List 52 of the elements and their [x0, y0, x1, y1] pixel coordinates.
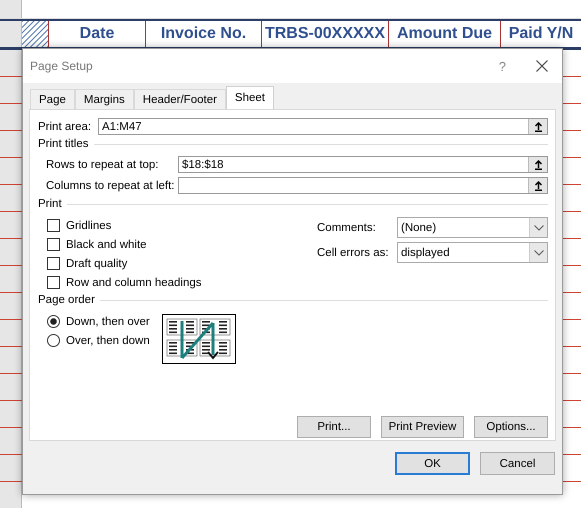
checkbox-label: Row and column headings — [66, 276, 202, 288]
column-header: Date — [49, 21, 146, 47]
column-header: Paid Y/N — [501, 21, 581, 47]
field-label: Print area: — [38, 120, 92, 132]
tab[interactable]: Page — [30, 89, 75, 109]
tab[interactable]: Header/Footer — [134, 89, 226, 109]
field-label: Rows to repeat at top: — [46, 158, 160, 170]
field-label: Columns to repeat at left: — [46, 180, 176, 192]
radio-button[interactable] — [47, 315, 60, 328]
upload-arrow-icon — [534, 122, 542, 132]
section-heading: Print — [38, 198, 62, 210]
chevron-down-icon — [534, 224, 544, 230]
dropdown[interactable]: displayed — [397, 242, 548, 263]
column-header: Amount Due — [389, 21, 501, 47]
dialog-button[interactable]: Options... — [474, 416, 548, 438]
input-field[interactable] — [178, 177, 548, 194]
hatched-cell — [22, 21, 49, 47]
checkbox[interactable] — [47, 257, 60, 270]
checkbox-label: Gridlines — [66, 220, 112, 232]
dialog-button[interactable]: Cancel — [480, 452, 555, 475]
section-heading: Print titles — [38, 138, 88, 150]
upload-arrow-icon — [534, 160, 542, 170]
checkbox[interactable] — [47, 276, 60, 289]
tab[interactable]: Margins — [74, 89, 134, 109]
dropdown-label: Cell errors as: — [317, 246, 390, 258]
radio-label: Over, then down — [66, 334, 150, 346]
dropdown[interactable]: (None) — [397, 217, 548, 238]
radio-button[interactable] — [47, 334, 60, 347]
dialog-title: Page Setup — [30, 59, 94, 73]
collapse-button[interactable] — [528, 119, 547, 134]
dialog-button[interactable]: Print Preview — [381, 416, 464, 438]
dialog-button[interactable]: OK — [395, 452, 470, 475]
checkbox-label: Draft quality — [66, 258, 128, 270]
tab[interactable]: Sheet — [226, 86, 274, 109]
dropdown-label: Comments: — [317, 222, 377, 234]
checkbox-label: Black and white — [66, 238, 147, 250]
row-header-cell — [0, 21, 22, 47]
help-button[interactable]: ? — [494, 58, 510, 74]
dialog-button[interactable]: Print... — [297, 416, 371, 438]
collapse-button[interactable] — [528, 157, 547, 172]
chevron-down-icon — [534, 250, 544, 256]
section-heading: Page order — [38, 294, 95, 306]
upload-arrow-icon — [534, 180, 542, 190]
print-area-field[interactable]: A1:M47 — [98, 118, 548, 135]
checkbox[interactable] — [47, 219, 60, 232]
close-icon — [536, 60, 548, 72]
column-header: Invoice No. — [146, 21, 262, 47]
collapse-button[interactable] — [528, 178, 547, 193]
input-field[interactable]: $18:$18 — [178, 156, 548, 173]
column-header: TRBS-00XXXXX — [262, 21, 389, 47]
checkbox[interactable] — [47, 238, 60, 251]
radio-label: Down, then over — [66, 316, 150, 328]
